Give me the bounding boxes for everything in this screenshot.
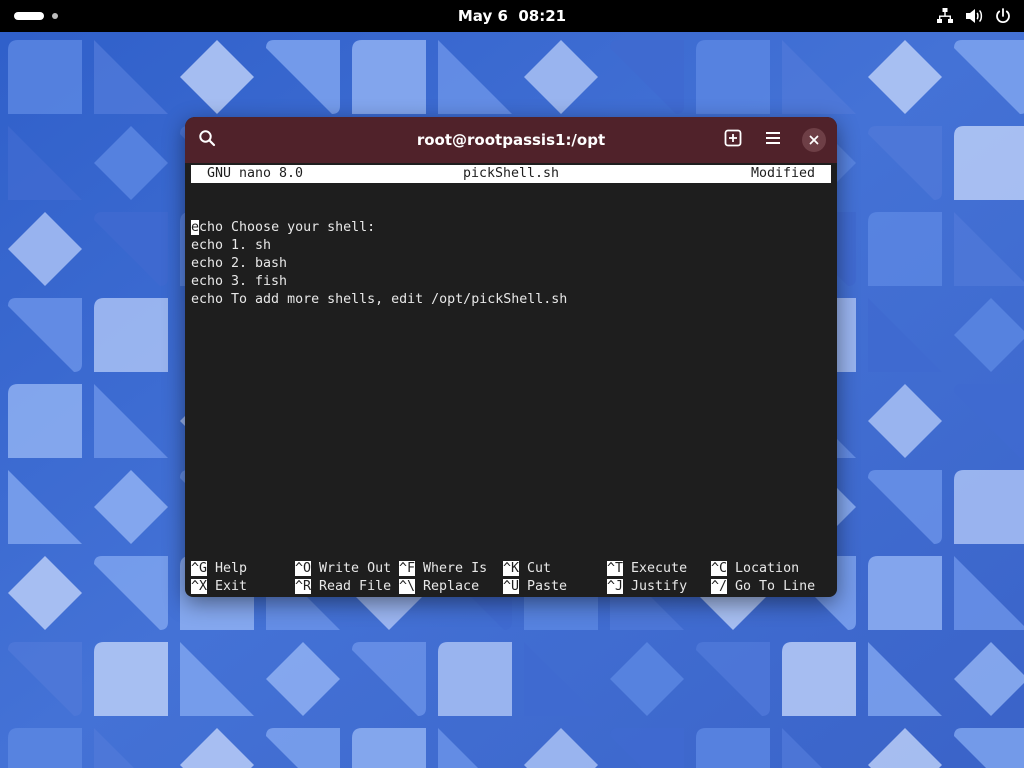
- clock-time: 08:21: [518, 7, 567, 25]
- top-bar: May 6 08:21: [0, 0, 1024, 32]
- wallpaper-tile: [868, 556, 942, 630]
- shortcut-label: Go To Line: [735, 579, 816, 594]
- search-icon: [198, 129, 216, 151]
- editor-line[interactable]: echo Choose your shell:: [191, 219, 831, 237]
- menu-icon: [764, 129, 782, 151]
- editor-line[interactable]: echo 3. fish: [191, 273, 831, 291]
- terminal-window[interactable]: root@rootpassis1:/opt GNU nano 8.0 pickS…: [185, 117, 837, 597]
- shortcut-label: Execute: [631, 561, 688, 576]
- shortcut-read-file[interactable]: ^R Read File: [295, 578, 391, 596]
- clock-button[interactable]: May 6 08:21: [458, 7, 566, 25]
- shortcut-label: Cut: [527, 561, 552, 576]
- system-menu-button[interactable]: [936, 6, 1012, 26]
- shortcut-location[interactable]: ^C Location: [711, 560, 799, 578]
- wallpaper-tile: [782, 642, 856, 716]
- nano-modified-status: Modified: [750, 166, 815, 181]
- text-cursor: e: [191, 220, 200, 235]
- shortcut-label: Justify: [631, 579, 688, 594]
- wallpaper-tile: [868, 212, 942, 286]
- shortcut-help[interactable]: ^G Help: [191, 560, 247, 578]
- wallpaper-tile: [352, 40, 426, 114]
- nano-title-bar: GNU nano 8.0 pickShell.sh Modified: [191, 165, 831, 183]
- shortcut-label: Paste: [527, 579, 568, 594]
- workspace-indicator[interactable]: [52, 13, 58, 19]
- clock-date: May 6: [457, 7, 508, 25]
- network-icon: [936, 7, 954, 25]
- shortcut-key: ^O: [295, 561, 312, 576]
- shortcut-key: ^X: [191, 579, 208, 594]
- nano-filename: pickShell.sh: [462, 166, 560, 181]
- wallpaper-tile: [352, 728, 426, 768]
- shortcut-key: ^J: [607, 579, 624, 594]
- shortcut-execute[interactable]: ^T Execute: [607, 560, 687, 578]
- editor-line[interactable]: echo 2. bash: [191, 255, 831, 273]
- shortcut-key: ^\: [399, 579, 416, 594]
- shortcut-label: Help: [215, 561, 248, 576]
- shortcut-justify[interactable]: ^J Justify: [607, 578, 687, 596]
- wallpaper-tile: [8, 40, 82, 114]
- main-menu-button[interactable]: [759, 126, 787, 154]
- wallpaper-tile: [94, 642, 168, 716]
- new-tab-button[interactable]: [719, 126, 747, 154]
- wallpaper-tile: [954, 126, 1024, 200]
- close-button[interactable]: [800, 126, 828, 154]
- terminal-headerbar[interactable]: root@rootpassis1:/opt: [185, 117, 837, 163]
- shortcut-key: ^/: [711, 579, 728, 594]
- shortcut-key: ^C: [711, 561, 728, 576]
- new-tab-icon: [724, 129, 742, 151]
- shortcut-label: Exit: [215, 579, 248, 594]
- volume-icon: [964, 7, 984, 25]
- shortcut-label: Write Out: [319, 561, 392, 576]
- wallpaper-tile: [438, 642, 512, 716]
- shortcut-replace[interactable]: ^\ Replace: [399, 578, 479, 596]
- wallpaper-tile: [954, 470, 1024, 544]
- wallpaper-tile: [696, 728, 770, 768]
- activities-indicator[interactable]: [14, 9, 62, 23]
- search-button[interactable]: [193, 126, 221, 154]
- editor-line-text: cho Choose your shell:: [199, 220, 376, 235]
- shortcut-key: ^F: [399, 561, 416, 576]
- shortcut-label: Where Is: [423, 561, 488, 576]
- shortcut-exit[interactable]: ^X Exit: [191, 578, 247, 596]
- clock: May 6 08:21: [0, 0, 1024, 32]
- shortcut-write-out[interactable]: ^O Write Out: [295, 560, 391, 578]
- shortcut-key: ^R: [295, 579, 312, 594]
- wallpaper-tile: [94, 298, 168, 372]
- editor-line[interactable]: echo To add more shells, edit /opt/pickS…: [191, 291, 831, 309]
- editor-text-area[interactable]: echo Choose your shell: echo 1. sh echo …: [191, 219, 831, 309]
- workspace-active-indicator[interactable]: [14, 12, 44, 20]
- nano-editor[interactable]: GNU nano 8.0 pickShell.sh Modified echo …: [191, 163, 831, 596]
- shortcut-label: Replace: [423, 579, 480, 594]
- shortcut-go-to-line[interactable]: ^/ Go To Line: [711, 578, 815, 596]
- wallpaper-tile: [696, 40, 770, 114]
- shortcut-cut[interactable]: ^K Cut: [503, 560, 551, 578]
- editor-line[interactable]: echo 1. sh: [191, 237, 831, 255]
- shortcut-label: Location: [735, 561, 800, 576]
- power-icon: [994, 7, 1012, 25]
- shortcut-key: ^K: [503, 561, 520, 576]
- wallpaper-tile: [8, 728, 82, 768]
- shortcut-paste[interactable]: ^U Paste: [503, 578, 567, 596]
- wallpaper-tile: [8, 384, 82, 458]
- shortcut-key: ^G: [191, 561, 208, 576]
- nano-shortcut-bar: ^G Help ^O Write Out ^F Where Is ^K Cut …: [191, 560, 831, 596]
- shortcut-where-is[interactable]: ^F Where Is: [399, 560, 487, 578]
- close-icon: [802, 128, 826, 152]
- shortcut-key: ^U: [503, 579, 520, 594]
- shortcut-label: Read File: [319, 579, 392, 594]
- shortcut-key: ^T: [607, 561, 624, 576]
